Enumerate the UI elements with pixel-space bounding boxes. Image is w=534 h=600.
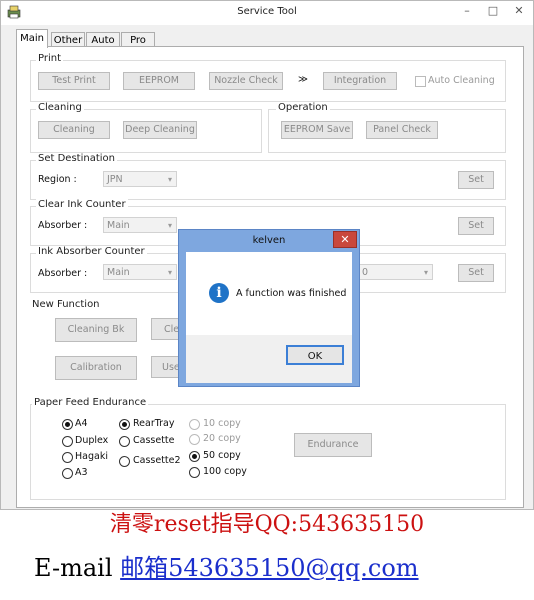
- chevron-down-icon: ▾: [167, 175, 172, 184]
- auto-cleaning-checkbox[interactable]: [415, 76, 426, 87]
- clear-absorber-select[interactable]: Main ▾: [103, 217, 177, 233]
- qq-contact-text: 清零reset指导QQ:543635150: [109, 512, 425, 537]
- eeprom-button[interactable]: EEPROM: [123, 72, 195, 90]
- minimize-button[interactable]: –: [457, 3, 477, 19]
- counter-value: 0: [362, 267, 369, 278]
- email-link[interactable]: 邮箱543635150@qq.com: [120, 554, 418, 582]
- size-label-a4: A4: [75, 418, 88, 429]
- email-prefix: E-mail: [34, 554, 121, 582]
- counter-absorber-select[interactable]: Main ▾: [103, 264, 177, 280]
- clear-absorber-label: Absorber :: [38, 220, 88, 231]
- destination-set-button[interactable]: Set: [458, 171, 494, 189]
- auto-cleaning-label: Auto Cleaning: [428, 75, 495, 86]
- title-bar: Service Tool – □ ✕: [1, 1, 533, 25]
- size-label-a3: A3: [75, 467, 88, 478]
- chevron-down-icon: ▾: [167, 221, 172, 230]
- dialog-body: i A function was finished OK: [186, 252, 352, 383]
- panel-check-button[interactable]: Panel Check: [366, 121, 438, 139]
- arrows-label: ≫: [298, 74, 308, 85]
- clear-ink-set-button[interactable]: Set: [458, 217, 494, 235]
- region-label: Region :: [38, 174, 77, 185]
- tray-label-cassette2: Cassette2: [133, 455, 181, 466]
- counter-absorber-value: Main: [107, 267, 130, 278]
- ink-absorber-set-button[interactable]: Set: [458, 264, 494, 282]
- print-group-label: Print: [36, 53, 64, 64]
- close-button[interactable]: ✕: [509, 3, 529, 19]
- clear-ink-counter-label: Clear Ink Counter: [36, 199, 128, 210]
- cleaning-bk-button[interactable]: Cleaning Bk: [55, 318, 137, 342]
- clear-absorber-value: Main: [107, 220, 130, 231]
- copy-radio-50[interactable]: [189, 451, 200, 462]
- operation-group-label: Operation: [276, 102, 330, 113]
- cleaning-button[interactable]: Cleaning: [38, 121, 110, 139]
- new-function-button-2[interactable]: Cle: [151, 318, 179, 340]
- ink-absorber-counter-label: Ink Absorber Counter: [36, 246, 147, 257]
- window-title: Service Tool: [237, 6, 297, 17]
- counter-absorber-label: Absorber :: [38, 268, 88, 279]
- set-destination-group: [30, 160, 506, 200]
- integration-button[interactable]: Integration: [323, 72, 397, 90]
- calibration-button[interactable]: Calibration: [55, 356, 137, 380]
- chevron-down-icon: ▾: [423, 268, 428, 277]
- dialog-message: A function was finished: [236, 288, 347, 299]
- deep-cleaning-button[interactable]: Deep Cleaning: [123, 121, 197, 139]
- chevron-down-icon: ▾: [167, 268, 172, 277]
- copy-radio-10[interactable]: [189, 419, 200, 430]
- region-select[interactable]: JPN ▾: [103, 171, 177, 187]
- info-icon: i: [209, 283, 229, 303]
- copy-radio-100[interactable]: [189, 467, 200, 478]
- tray-label-reartray: RearTray: [133, 418, 175, 429]
- maximize-button[interactable]: □: [483, 3, 503, 19]
- size-label-duplex: Duplex: [75, 435, 109, 446]
- email-contact: E-mail 邮箱543635150@qq.com: [34, 548, 419, 583]
- endurance-button[interactable]: Endurance: [294, 433, 372, 457]
- copy-label-100: 100 copy: [203, 466, 247, 477]
- ok-button[interactable]: OK: [286, 345, 344, 365]
- set-destination-label: Set Destination: [36, 153, 117, 164]
- counter-value-select[interactable]: 0 ▾: [358, 264, 433, 280]
- tab-main[interactable]: Main: [16, 29, 48, 48]
- dialog-close-button[interactable]: ✕: [333, 231, 357, 248]
- copy-radio-20[interactable]: [189, 434, 200, 445]
- copy-label-10: 10 copy: [203, 418, 241, 429]
- size-radio-hagaki[interactable]: [62, 452, 73, 463]
- tray-radio-cassette2[interactable]: [119, 456, 130, 467]
- paper-feed-label: Paper Feed Endurance: [32, 397, 149, 408]
- size-radio-duplex[interactable]: [62, 436, 73, 447]
- cleaning-group-label: Cleaning: [36, 102, 84, 113]
- new-function-button-4[interactable]: Use: [151, 356, 180, 378]
- tray-radio-cassette[interactable]: [119, 436, 130, 447]
- test-print-button[interactable]: Test Print: [38, 72, 110, 90]
- size-radio-a3[interactable]: [62, 468, 73, 479]
- eeprom-save-button[interactable]: EEPROM Save: [281, 121, 353, 139]
- copy-label-20: 20 copy: [203, 433, 241, 444]
- copy-label-50: 50 copy: [203, 450, 241, 461]
- nozzle-check-button[interactable]: Nozzle Check: [209, 72, 283, 90]
- size-label-hagaki: Hagaki: [75, 451, 108, 462]
- new-function-label: New Function: [30, 299, 102, 310]
- message-dialog: kelven ✕ i A function was finished OK: [178, 229, 360, 387]
- tray-radio-reartray[interactable]: [119, 419, 130, 430]
- dialog-title: kelven: [252, 235, 286, 246]
- tray-label-cassette: Cassette: [133, 435, 175, 446]
- region-value: JPN: [107, 174, 123, 185]
- size-radio-a4[interactable]: [62, 419, 73, 430]
